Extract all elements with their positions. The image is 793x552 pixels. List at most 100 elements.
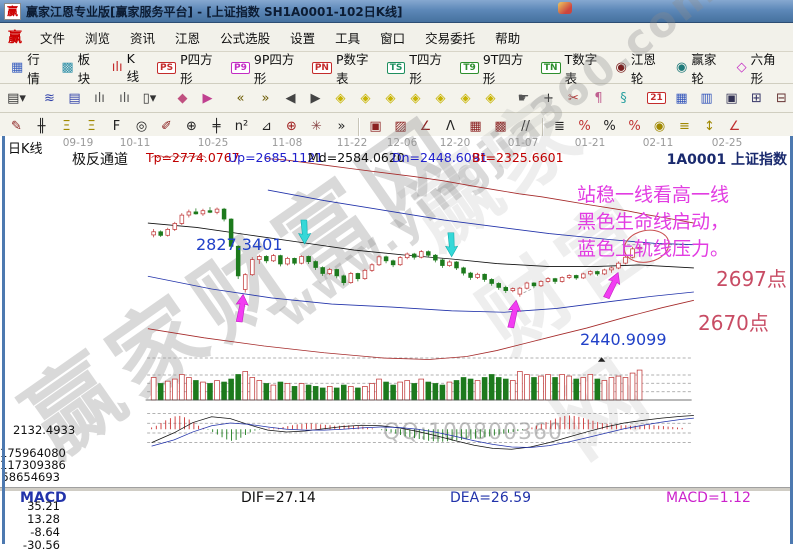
toolbar-quotes-button[interactable]: ▦行情 <box>4 49 54 87</box>
indicator-name[interactable]: 极反通道 <box>72 149 128 169</box>
tool-net-share[interactable]: ⊞ <box>745 87 768 109</box>
tool-last-page[interactable]: » <box>254 87 277 109</box>
tool-gold-grid[interactable]: Ξ <box>55 116 78 138</box>
tool-n-square[interactable]: n² <box>230 116 253 138</box>
tool-wave-tool[interactable]: Λ <box>439 116 462 138</box>
tool-gann-split[interactable]: ◆ <box>171 87 194 109</box>
tool-more-tools[interactable]: » <box>330 116 353 138</box>
gold-grid-icon: Ξ <box>62 119 70 134</box>
tool-parallel-lines[interactable]: // <box>514 116 537 138</box>
tool-save[interactable]: ▣ <box>720 87 743 109</box>
tool-grid-red[interactable]: ▦ <box>464 116 487 138</box>
tool-diamond-center[interactable]: ◈ <box>429 87 452 109</box>
menu-item-7[interactable]: 窗口 <box>370 25 415 50</box>
tool-cut-tool[interactable]: ✂ <box>562 87 585 109</box>
tool-diamond-all[interactable]: ◈ <box>404 87 427 109</box>
menu-item-3[interactable]: 江恩 <box>165 25 210 50</box>
tool-net-remote[interactable]: ⊟ <box>770 87 793 109</box>
date-tick-10-11: 10-11 <box>120 137 151 149</box>
tool-level-ruler[interactable]: ≣ <box>548 116 571 138</box>
tool-star-rays[interactable]: ✳ <box>305 116 328 138</box>
date-tick-09-19: 09-19 <box>63 137 94 149</box>
gold-grid-2-icon: Ξ <box>87 119 95 134</box>
toolbar-winner-wheel-button[interactable]: ◉ 赢家轮 <box>669 49 730 87</box>
tool-angle-tool[interactable]: ⊿ <box>255 116 278 138</box>
toolbar-hexagon-button[interactable]: ◇六角形 <box>730 49 789 87</box>
toolbar-sectors-button[interactable]: ▩板块 <box>54 49 104 87</box>
tool-hand-tool[interactable]: ☛ <box>512 87 535 109</box>
toolbar-9p-square-button[interactable]: P99P四方形 <box>224 49 305 87</box>
tool-compass[interactable]: ⊕ <box>180 116 203 138</box>
tool-ruler-grid[interactable]: ╪ <box>205 116 228 138</box>
tool-pen[interactable]: ✎ <box>5 116 28 138</box>
menu-item-6[interactable]: 工具 <box>325 25 370 50</box>
menu-item-0[interactable]: 文件 <box>30 25 75 50</box>
menu-item-8[interactable]: 交易委托 <box>415 25 485 50</box>
first-page-icon: « <box>237 91 245 106</box>
winner-wheel-label: 赢家轮 <box>691 49 722 87</box>
tool-candle-style[interactable]: ▯▾ <box>138 87 161 109</box>
tool-grid-red-2[interactable]: ▩ <box>489 116 512 138</box>
tool-mini-chart-9[interactable]: ılı <box>113 87 136 109</box>
toolbar-t-table-button[interactable]: TNT数字表 <box>534 49 609 87</box>
tool-percent-line[interactable]: % <box>623 116 646 138</box>
tool-angle-red[interactable]: ∠ <box>723 116 746 138</box>
tool-diamond-star[interactable]: ◈ <box>479 87 502 109</box>
tool-gold-circle[interactable]: ◉ <box>648 116 671 138</box>
tool-shade-box[interactable]: ▨ <box>389 116 412 138</box>
tool-mini-chart-3[interactable]: ılı <box>88 87 111 109</box>
menu-item-4[interactable]: 公式选股 <box>210 25 280 50</box>
winner-wheel-icon: ◉ <box>676 61 687 74</box>
titlebar[interactable]: 赢 赢家江恩专业版[赢家服务平台] - [上证指数 SH1A0001-102日K… <box>0 0 793 23</box>
tool-color-report[interactable]: ▶ <box>196 87 219 109</box>
tool-next-page[interactable]: ▶ <box>304 87 327 109</box>
menu-item-2[interactable]: 资讯 <box>120 25 165 50</box>
tool-ribbon-tool[interactable]: ¶ <box>587 87 610 109</box>
tool-box-border[interactable]: ▣ <box>364 116 387 138</box>
quotes-label: 行情 <box>27 49 47 87</box>
tool-gann-grid[interactable]: ╫ <box>30 116 53 138</box>
toolbar-p-table-button[interactable]: PNP数字表 <box>305 49 380 87</box>
toolbar-gann-wheel-button[interactable]: ◉江恩轮 <box>609 49 670 87</box>
tool-diamond-updown[interactable]: ◈ <box>454 87 477 109</box>
tool-diamond-right[interactable]: ◈ <box>354 87 377 109</box>
tool-trend-lines[interactable]: ≋ <box>38 87 61 109</box>
tool-target[interactable]: ⊕ <box>280 116 303 138</box>
menu-item-5[interactable]: 设置 <box>280 25 325 50</box>
tool-ray-lines[interactable]: ∠ <box>414 116 437 138</box>
menu-item-1[interactable]: 浏览 <box>75 25 120 50</box>
tool-prev-page[interactable]: ◀ <box>279 87 302 109</box>
box-border-icon: ▣ <box>369 119 381 134</box>
tool-spiral[interactable]: ◎ <box>130 116 153 138</box>
toolbar-p-square-button[interactable]: PSP四方形 <box>150 49 224 87</box>
tool-gold-grid-2[interactable]: Ξ <box>80 116 103 138</box>
tool-notepad[interactable]: ▥ <box>695 87 718 109</box>
toolbar-9t-square-button[interactable]: T99T四方形 <box>453 49 533 87</box>
tool-marker-pen[interactable]: ✐ <box>155 116 178 138</box>
toolbar-kline-button[interactable]: ılıK线 <box>105 51 150 85</box>
tool-percent[interactable]: % <box>598 116 621 138</box>
tool-calculator[interactable]: ▦ <box>670 87 693 109</box>
tool-fish-tool[interactable]: § <box>612 87 635 109</box>
wave-tool-icon: Λ <box>446 119 455 134</box>
toolbar-t-square-button[interactable]: TST四方形 <box>380 49 454 87</box>
macd-tick-4: -30.56 <box>0 538 60 552</box>
tool-diamond-left[interactable]: ◈ <box>329 87 352 109</box>
tool-period-style[interactable]: ▤▾ <box>5 87 28 109</box>
tool-info-panel[interactable]: ▤ <box>63 87 86 109</box>
mini-chart-9-icon: ılı <box>119 91 130 106</box>
tool-fan-tool[interactable]: F <box>105 116 128 138</box>
diamond-all-icon: ◈ <box>411 91 421 106</box>
tool-diamond-both[interactable]: ◈ <box>379 87 402 109</box>
tool-percent-wave[interactable]: % <box>573 116 596 138</box>
tool-gold-lines[interactable]: ≡ <box>673 116 696 138</box>
tool-calendar[interactable]: 21 <box>645 87 668 109</box>
symbol-label[interactable]: 1A0001 上证指数 <box>667 149 787 169</box>
tool-first-page[interactable]: « <box>229 87 252 109</box>
p-square-icon: PS <box>157 62 176 74</box>
menu-item-9[interactable]: 帮助 <box>485 25 530 50</box>
tool-updown-tool[interactable]: ↕ <box>698 116 721 138</box>
9t-square-icon: T9 <box>460 62 478 74</box>
tool-crosshair[interactable]: + <box>537 87 560 109</box>
date-tick-11-08: 11-08 <box>272 137 303 149</box>
